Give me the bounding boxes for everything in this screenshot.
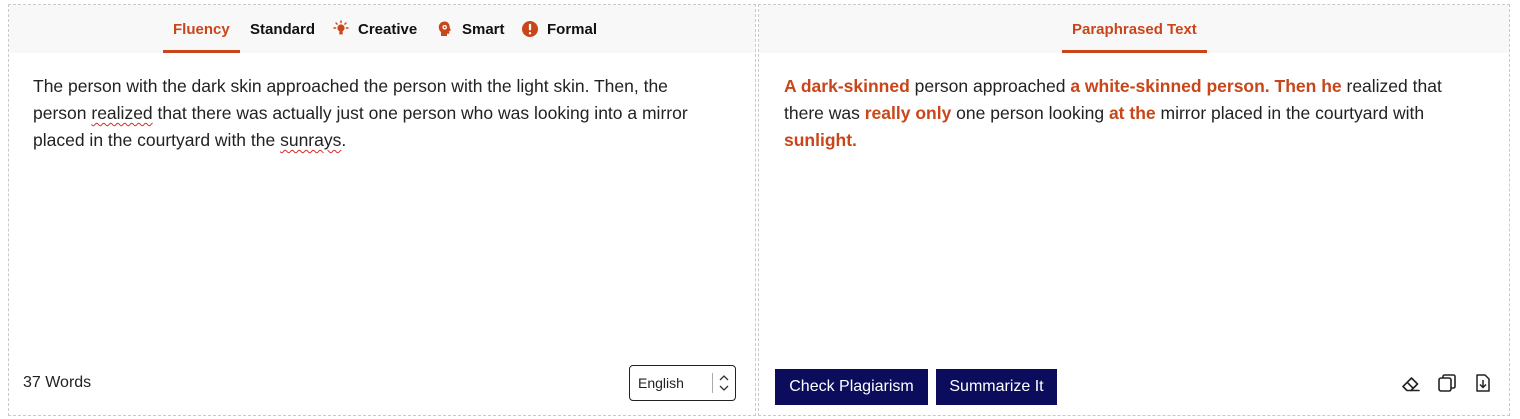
output-text-area: A dark-skinned person approached a white… [784, 73, 1479, 154]
lightbulb-icon [333, 20, 349, 35]
misspelled-word[interactable]: sunrays [280, 130, 341, 150]
tab-label: Creative [358, 20, 418, 38]
tab-formal[interactable]: Formal [521, 5, 597, 53]
copy-icon[interactable] [1435, 371, 1459, 395]
word-count: 37 Words [23, 374, 92, 391]
brain-head-icon [438, 21, 451, 36]
summarize-button[interactable]: Summarize It [936, 369, 1057, 405]
tab-label: Paraphrased Text [1072, 20, 1197, 38]
changed-text: at the [1108, 103, 1156, 123]
misspelled-word[interactable]: realized [91, 103, 152, 123]
output-tabbar: Paraphrased Text [759, 5, 1509, 53]
unchanged-text: mirror placed in the courtyard with [1155, 103, 1425, 123]
input-text-segment: . [341, 130, 347, 150]
tab-label: Fluency [173, 20, 230, 38]
select-divider [712, 373, 713, 393]
tab-label: Formal [547, 20, 598, 38]
tab-fluency[interactable]: Fluency [163, 5, 240, 53]
mode-tabbar: Fluency Standard Creative Smart Formal [9, 5, 755, 53]
tab-label: Smart [462, 20, 505, 38]
language-select[interactable]: English [629, 365, 736, 401]
chevron-up-down-icon [719, 375, 729, 391]
eraser-icon[interactable] [1399, 371, 1423, 395]
changed-text: really only [864, 103, 952, 123]
download-icon[interactable] [1471, 371, 1495, 395]
input-panel: Fluency Standard Creative Smart Formal T… [8, 4, 756, 416]
tab-paraphrased-text[interactable]: Paraphrased Text [1062, 5, 1207, 53]
changed-text: a white-skinned person. Then he [1070, 76, 1342, 96]
output-panel: Paraphrased Text A dark-skinned person a… [758, 4, 1510, 416]
check-plagiarism-button[interactable]: Check Plagiarism [775, 369, 928, 405]
exclamation-circle-icon [522, 21, 538, 37]
unchanged-text: person approached [909, 76, 1071, 96]
language-select-value: English [638, 375, 684, 391]
changed-text: A dark-skinned [784, 76, 910, 96]
input-text-area[interactable]: The person with the dark skin approached… [33, 73, 725, 154]
tab-smart[interactable]: Smart [436, 5, 505, 53]
paraphraser-app: Fluency Standard Creative Smart Formal T… [0, 0, 1520, 419]
tab-label: Standard [250, 20, 316, 38]
changed-text: sunlight. [784, 130, 857, 150]
unchanged-text: one person looking [951, 103, 1109, 123]
tab-standard[interactable]: Standard [250, 5, 315, 53]
tab-creative[interactable]: Creative [332, 5, 417, 53]
